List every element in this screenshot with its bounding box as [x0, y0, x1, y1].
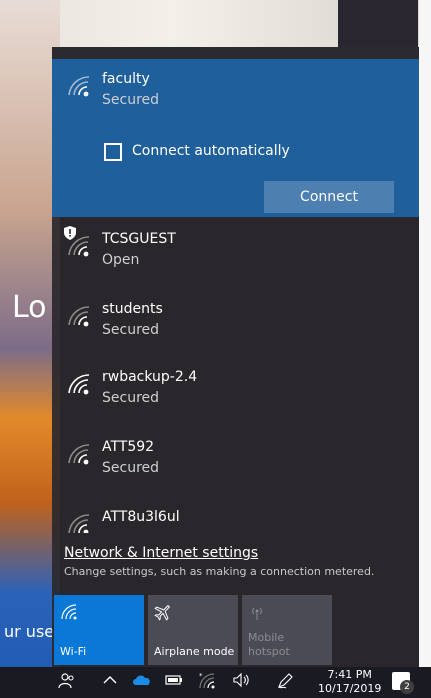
notification-count-badge: 2 [400, 680, 414, 694]
network-item-att592[interactable]: ATT592 Secured [52, 427, 419, 483]
network-status: Secured [102, 322, 160, 338]
network-name: faculty [102, 71, 150, 87]
airplane-mode-tile[interactable]: Airplane mode [148, 595, 238, 665]
network-name: TCSGUEST [102, 231, 176, 247]
clock-time: 7:41 PM [327, 668, 372, 681]
network-tray-icon[interactable]: * [198, 672, 216, 696]
network-item-faculty[interactable]: faculty Secured [52, 59, 419, 115]
network-internet-settings-link[interactable]: Network & Internet settings [64, 545, 374, 561]
network-name: rwbackup-2.4 [102, 369, 198, 385]
connect-automatically-checkbox[interactable] [104, 143, 122, 161]
show-hidden-icons-chevron-icon[interactable] [102, 672, 118, 694]
network-item-students[interactable]: students Secured [52, 289, 419, 345]
connect-button[interactable]: Connect [264, 181, 394, 213]
wifi-secured-icon [66, 73, 92, 99]
network-item-tcsguest[interactable]: TCSGUEST Open [52, 219, 419, 275]
network-name: ATT8u3l6ul [102, 509, 180, 525]
action-center-notification-icon[interactable]: 2 [392, 672, 414, 694]
network-item-att8u3l6ul[interactable]: ATT8u3l6ul [52, 497, 419, 533]
clock[interactable]: 7:41 PM 10/17/2019 [318, 668, 381, 696]
background-text: Lo [12, 290, 47, 325]
wifi-secured-icon [66, 303, 92, 329]
network-settings-description: Change settings, such as making a connec… [64, 565, 375, 578]
taskbar: * 7:41 PM 10/17/2019 2 [0, 667, 431, 698]
background-right-edge [419, 0, 431, 698]
airplane-mode-tile-label: Airplane mode [154, 645, 235, 658]
network-status: Secured [102, 460, 160, 476]
wifi-secured-icon [66, 511, 92, 533]
network-settings-section: Network & Internet settings Change setti… [64, 545, 374, 578]
network-status: Open [102, 252, 140, 268]
background-dark-block [338, 0, 418, 50]
svg-text:*: * [199, 672, 203, 680]
wifi-toggle-tile[interactable]: Wi-Fi [54, 595, 144, 665]
network-item-rwbackup[interactable]: rwbackup-2.4 Secured [52, 357, 419, 413]
network-name: ATT592 [102, 439, 155, 455]
airplane-icon [154, 603, 172, 621]
battery-icon[interactable] [165, 672, 183, 694]
background-page-strip [0, 0, 60, 698]
network-status: Secured [102, 390, 160, 406]
wifi-icon [60, 603, 78, 621]
people-icon[interactable] [58, 672, 76, 696]
network-flyout: faculty Secured Connect automatically Co… [52, 47, 419, 667]
volume-icon[interactable] [232, 672, 252, 694]
pen-icon[interactable] [276, 672, 294, 696]
mobile-hotspot-tile-label: Mobile hotspot [248, 631, 290, 658]
background-text-bottom: ur use [4, 622, 55, 641]
clock-date: 10/17/2019 [318, 682, 382, 695]
quick-action-tiles: Wi-Fi Airplane mode Mobile hotspot [54, 595, 421, 665]
selected-network-panel[interactable]: faculty Secured Connect automatically Co… [52, 59, 419, 217]
wifi-tile-label: Wi-Fi [60, 645, 87, 658]
wifi-open-icon [66, 233, 92, 259]
wifi-secured-icon [66, 371, 92, 397]
network-status: Secured [102, 92, 160, 108]
wifi-secured-icon [66, 441, 92, 467]
network-name: students [102, 301, 163, 317]
onedrive-cloud-icon[interactable] [132, 672, 152, 694]
connect-automatically-label[interactable]: Connect automatically [132, 143, 290, 159]
hotspot-icon [248, 603, 266, 621]
mobile-hotspot-tile[interactable]: Mobile hotspot [242, 595, 332, 665]
